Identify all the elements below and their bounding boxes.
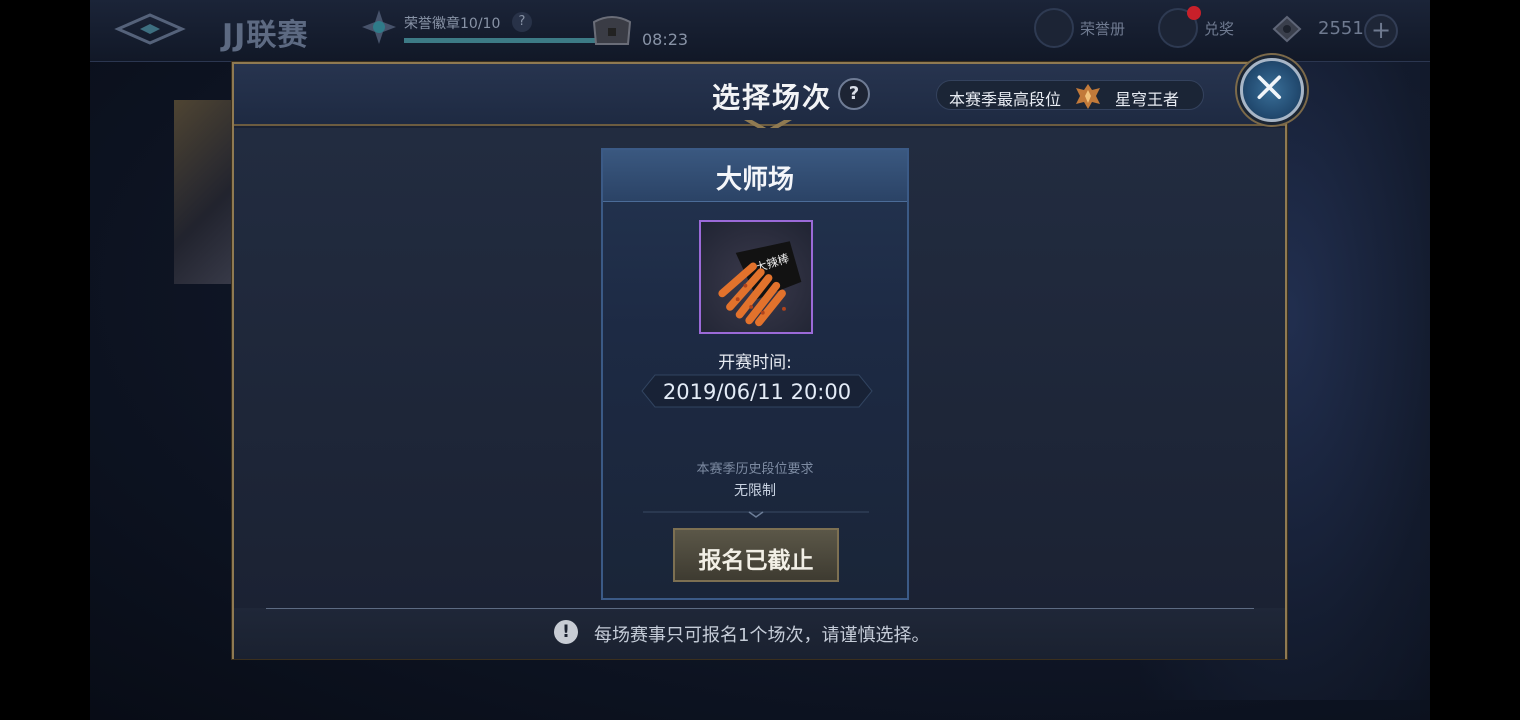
registration-closed-label: 报名已截止 — [698, 548, 814, 574]
badge-help-button[interactable]: ? — [512, 12, 532, 32]
top-bar: JJ联赛 荣誉徽章10/10 ? 08:23 荣誉册 兑奖 2551 + — [90, 0, 1430, 62]
close-button[interactable] — [1240, 58, 1304, 122]
honor-book-icon[interactable] — [1034, 8, 1074, 48]
start-time-plate: 2019/06/11 20:00 — [641, 374, 873, 408]
rank-requirement-label: 本赛季历史段位要求 — [696, 462, 814, 477]
league-title: JJ联赛 — [222, 18, 309, 53]
match-name: 大师场 — [715, 165, 794, 195]
dialog-footer: ! 每场赛事只可报名1个场次，请谨慎选择。 — [234, 608, 1285, 659]
footer-divider — [266, 608, 1254, 609]
chest-icon[interactable] — [590, 12, 634, 48]
coin-icon — [1272, 15, 1302, 43]
select-match-dialog: 选择场次 ? 本赛季最高段位 星穹王者 大师场 大辣棒 开赛时间: 2019/0… — [232, 58, 1304, 659]
badge-progress-fill — [404, 38, 604, 43]
footer-note: 每场赛事只可报名1个场次，请谨慎选择。 — [594, 625, 930, 646]
honor-badge-label: 荣誉徽章10/10 — [404, 16, 501, 32]
registration-closed-button[interactable]: 报名已截止 — [673, 528, 839, 582]
back-arrow-icon[interactable] — [114, 12, 186, 46]
reward-item[interactable]: 大辣棒 — [699, 220, 813, 334]
honor-badge-icon — [362, 10, 396, 44]
notification-dot — [1187, 6, 1201, 20]
help-button[interactable]: ? — [838, 78, 870, 110]
rank-emblem-icon — [1076, 84, 1100, 109]
match-card-header: 大师场 — [603, 150, 907, 202]
background-card — [174, 100, 234, 284]
season-rank-pill: 本赛季最高段位 星穹王者 — [936, 80, 1204, 110]
close-icon — [1257, 75, 1282, 100]
warning-icon: ! — [554, 620, 578, 644]
honor-book-label[interactable]: 荣誉册 — [1080, 18, 1125, 39]
start-time-value: 2019/06/11 20:00 — [662, 380, 852, 404]
add-coins-button[interactable]: + — [1364, 14, 1398, 48]
match-card-master[interactable]: 大师场 大辣棒 开赛时间: 2019/06/11 20:00 本赛季历史段位要求… — [601, 148, 909, 600]
coin-count: 2551 — [1318, 18, 1364, 39]
season-rank-label: 本赛季最高段位 — [949, 90, 1062, 109]
dialog-header: 选择场次 ? 本赛季最高段位 星穹王者 — [234, 64, 1285, 134]
rank-requirement-value: 无限制 — [734, 483, 776, 499]
redeem-label[interactable]: 兑奖 — [1204, 18, 1234, 39]
dialog-title: 选择场次 — [712, 81, 833, 114]
badge-timer: 08:23 — [642, 30, 689, 49]
season-rank-value: 星穹王者 — [1115, 90, 1180, 109]
snack-bag-icon: 大辣棒 — [718, 241, 802, 327]
dialog-body: 大师场 大辣棒 开赛时间: 2019/06/11 20:00 本赛季历史段位要求… — [234, 128, 1285, 608]
card-divider — [643, 511, 869, 518]
start-time-label: 开赛时间: — [718, 353, 792, 373]
badge-progress-bar — [404, 38, 604, 43]
